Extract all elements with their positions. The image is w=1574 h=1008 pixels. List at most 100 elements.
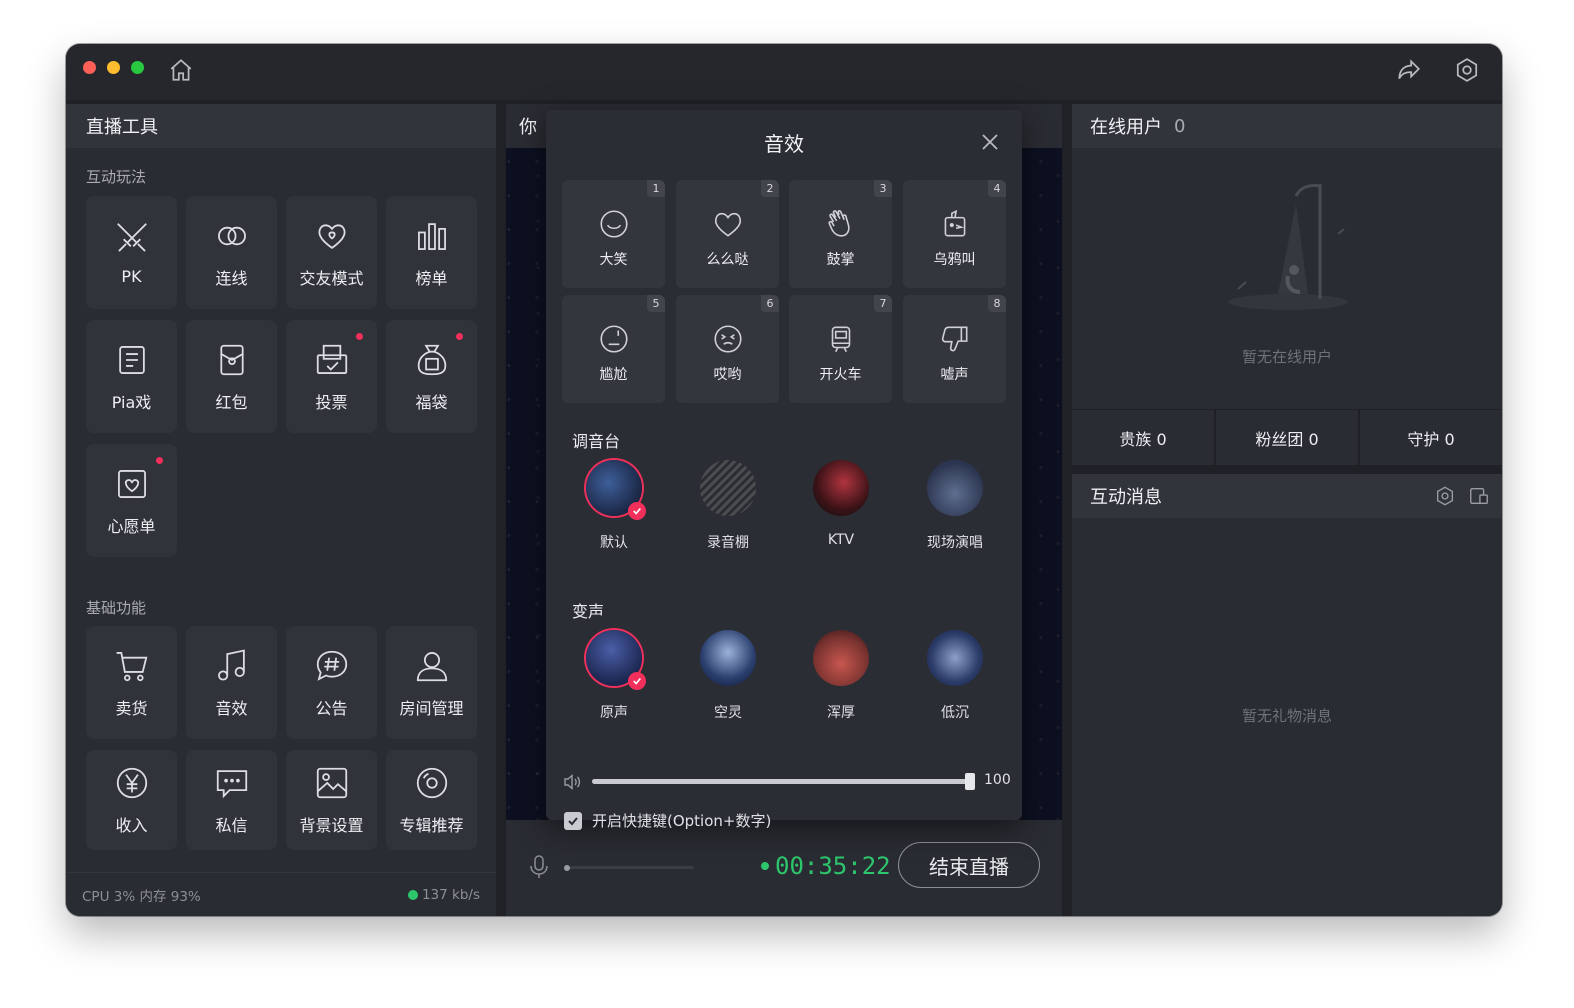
network-speed: 137 kb/s (407, 887, 480, 903)
effect-awkward-button[interactable]: 5 尴尬 (562, 295, 665, 403)
online-users-empty: 暂无在线用户 (1241, 348, 1332, 366)
tool-ranking-button[interactable]: 榜单 (386, 196, 477, 309)
audience-tabs: 贵族 0 粉丝团 0 守护 0 (1072, 410, 1502, 465)
tool-label: 连线 (215, 268, 248, 288)
network-status-dot (407, 889, 418, 900)
shortcut-checkbox[interactable] (564, 811, 582, 830)
close-window-button[interactable] (83, 61, 96, 74)
tool-announcement-button[interactable]: 公告 (286, 626, 377, 739)
tool-label: 专辑推荐 (399, 816, 464, 835)
message-settings-icon[interactable] (1434, 485, 1456, 507)
music-note-icon (217, 648, 245, 681)
swords-icon (116, 223, 147, 252)
awkward-face-icon (599, 325, 628, 353)
voice-section-title: 变声 (572, 602, 605, 621)
message-icon (216, 770, 247, 799)
mixer-studio-option[interactable]: 录音棚 (683, 460, 773, 552)
shortcut-number: 2 (761, 180, 779, 197)
messages-header: 互动消息 (1072, 474, 1502, 518)
tool-income-button[interactable]: 收入 (86, 750, 177, 850)
shortcut-label: 开启快捷键(Option+数字) (592, 812, 772, 830)
broadcast-controls: 00:35:22 结束直播 (506, 820, 1062, 916)
volume-slider[interactable] (592, 773, 975, 790)
shortcut-number: 7 (874, 295, 892, 312)
tab-fan-club[interactable]: 粉丝团 0 (1216, 410, 1358, 465)
new-badge (356, 333, 363, 340)
new-badge (156, 457, 163, 464)
settings-icon[interactable] (1452, 55, 1482, 85)
online-users-count: 0 (1174, 115, 1186, 137)
app-window: 直播工具 互动玩法 PK 连线 交友模式 榜单 Pia戏 红包 投票 福袋 心愿… (66, 44, 1502, 916)
live-tools-panel: 直播工具 互动玩法 PK 连线 交友模式 榜单 Pia戏 红包 投票 福袋 心愿… (66, 104, 496, 916)
lucky-bag-icon (417, 344, 446, 375)
effect-train-button[interactable]: 7 开火车 (789, 295, 892, 403)
mic-level-bar[interactable] (564, 864, 694, 871)
tool-label: 交友模式 (299, 268, 364, 288)
voice-label: 低沉 (941, 705, 969, 721)
effect-kiss-button[interactable]: 2 么么哒 (676, 180, 779, 288)
mixer-default-option[interactable]: 默认 (569, 460, 659, 552)
effect-ouch-button[interactable]: 6 哎哟 (676, 295, 779, 403)
home-icon[interactable] (166, 55, 196, 85)
tool-label: 福袋 (415, 392, 448, 412)
effect-label: 尴尬 (599, 367, 628, 383)
tool-private-message-button[interactable]: 私信 (186, 750, 277, 850)
tool-sell-button[interactable]: 卖货 (86, 626, 177, 739)
end-broadcast-button[interactable]: 结束直播 (898, 842, 1040, 888)
tool-red-envelope-button[interactable]: 红包 (186, 320, 277, 433)
effect-label: 么么哒 (706, 252, 749, 268)
mixer-label: 录音棚 (707, 535, 749, 551)
live-dot (761, 862, 769, 870)
mixer-studio-thumbnail (700, 460, 756, 516)
tool-room-management-button[interactable]: 房间管理 (386, 626, 477, 739)
tool-pia-button[interactable]: Pia戏 (86, 320, 177, 433)
volume-row: 100 (562, 770, 1012, 794)
hearts-icon (317, 223, 346, 249)
mixer-section-title: 调音台 (572, 432, 621, 451)
effect-applause-button[interactable]: 3 鼓掌 (789, 180, 892, 288)
effect-label: 大笑 (599, 252, 628, 268)
voice-ethereal-option[interactable]: 空灵 (683, 630, 773, 722)
image-icon (316, 767, 347, 799)
preview-title-text: 你 (519, 117, 537, 138)
tool-pk-button[interactable]: PK (86, 196, 177, 309)
clap-icon (827, 210, 850, 237)
effect-boo-button[interactable]: 8 嘘声 (903, 295, 1006, 403)
tool-dating-button[interactable]: 交友模式 (286, 196, 377, 309)
tool-vote-button[interactable]: 投票 (286, 320, 377, 433)
voice-deep-option[interactable]: 浑厚 (796, 630, 886, 722)
tool-sound-effects-button[interactable]: 音效 (186, 626, 277, 739)
check-icon (628, 502, 646, 520)
thumbs-down-icon (941, 326, 967, 352)
check-icon (628, 672, 646, 690)
tool-label: 心愿单 (107, 516, 156, 536)
share-icon[interactable] (1394, 55, 1424, 85)
red-envelope-icon (219, 344, 244, 375)
tool-wishlist-button[interactable]: 心愿单 (86, 444, 177, 557)
tool-background-button[interactable]: 背景设置 (286, 750, 377, 850)
mixer-live-option[interactable]: 现场演唱 (910, 460, 1000, 552)
effect-crow-button[interactable]: 4 乌鸦叫 (903, 180, 1006, 288)
voice-original-option[interactable]: 原声 (569, 630, 659, 722)
voice-label: 原声 (600, 705, 628, 721)
live-tools-title: 直播工具 (66, 104, 496, 148)
script-icon (118, 345, 145, 374)
volume-value: 100 (984, 772, 1011, 788)
bar-chart-icon (417, 222, 446, 250)
mixer-ktv-option[interactable]: KTV (796, 460, 886, 548)
tool-lucky-bag-button[interactable]: 福袋 (386, 320, 477, 433)
effect-laugh-button[interactable]: 1 大笑 (562, 180, 665, 288)
voice-low-option[interactable]: 低沉 (910, 630, 1000, 722)
popout-window-icon[interactable] (1468, 485, 1490, 507)
shortcut-toggle[interactable]: 开启快捷键(Option+数字) (564, 810, 771, 831)
tab-guardians[interactable]: 守护 0 (1360, 410, 1502, 465)
tab-nobles[interactable]: 贵族 0 (1072, 410, 1214, 465)
tool-album-button[interactable]: 专辑推荐 (386, 750, 477, 850)
tool-link-button[interactable]: 连线 (186, 196, 277, 309)
close-icon[interactable] (978, 130, 1002, 154)
microphone-icon[interactable] (528, 854, 550, 880)
minimize-window-button[interactable] (107, 61, 120, 74)
yuan-icon (116, 767, 147, 799)
volume-slider-thumb[interactable] (965, 773, 975, 790)
zoom-window-button[interactable] (131, 61, 144, 74)
